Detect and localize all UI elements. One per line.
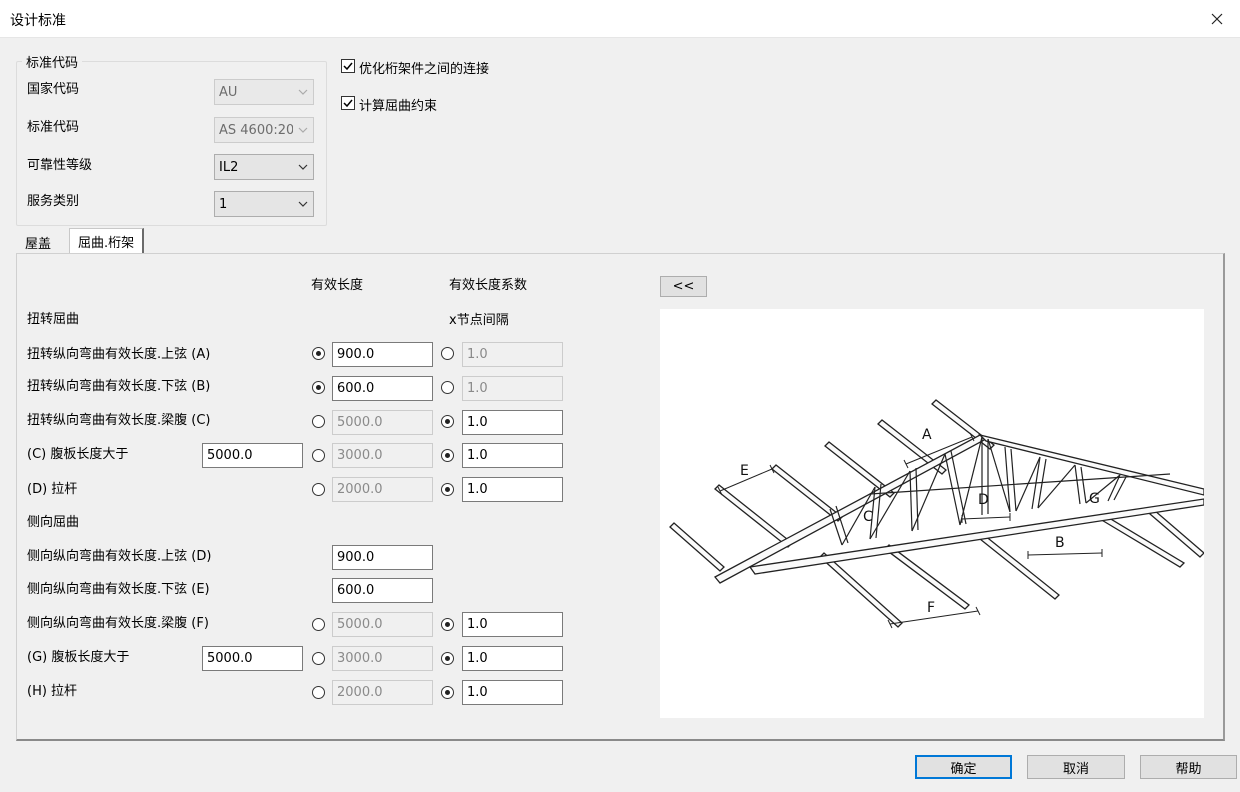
factor-input[interactable]: 1.0	[462, 646, 563, 671]
factor-radio[interactable]	[441, 381, 454, 394]
length-radio[interactable]	[312, 652, 325, 665]
factor-input[interactable]: 1.0	[462, 477, 563, 502]
effective-length-header: 有效长度	[311, 278, 364, 293]
optimize-connections-checkbox[interactable]	[341, 59, 355, 73]
length-input[interactable]: 3000.0	[332, 646, 433, 671]
country-code-select[interactable]: AU	[214, 79, 314, 105]
length-input[interactable]: 2000.0	[332, 680, 433, 705]
cancel-button[interactable]: 取消	[1027, 755, 1125, 779]
row-label: 侧向纵向弯曲有效长度.上弦 (D)	[27, 549, 212, 564]
length-radio[interactable]	[312, 618, 325, 631]
buckling-restraints-checkbox[interactable]	[341, 96, 355, 110]
service-class-label: 服务类别	[27, 194, 80, 209]
row-label: (H) 拉杆	[27, 684, 78, 699]
length-radio[interactable]	[312, 347, 325, 360]
label-c: C	[863, 509, 873, 525]
help-button[interactable]: 帮助	[1140, 755, 1237, 779]
standard-code-select[interactable]: AS 4600:20	[214, 117, 314, 143]
length-input[interactable]: 600.0	[332, 376, 433, 401]
row-label: 侧向纵向弯曲有效长度.下弦 (E)	[27, 582, 210, 597]
factor-radio[interactable]	[441, 347, 454, 360]
lateral-buckling-title: 侧向屈曲	[27, 515, 80, 530]
ok-button[interactable]: 确定	[915, 755, 1012, 779]
chevron-down-icon	[293, 155, 313, 179]
row-label: (G) 腹板长度大于	[27, 650, 130, 665]
title-bar: 设计标准	[0, 0, 1240, 38]
length-input[interactable]: 5000.0	[332, 410, 433, 435]
row-label: (C) 腹板长度大于	[27, 447, 129, 462]
factor-radio[interactable]	[441, 415, 454, 428]
effective-length-factor-header: 有效长度系数	[449, 278, 528, 293]
row-label: 扭转纵向弯曲有效长度.梁腹 (C)	[27, 413, 211, 428]
web-length-threshold-input[interactable]: 5000.0	[202, 443, 303, 468]
row-label: (D) 拉杆	[27, 482, 78, 497]
label-f: F	[927, 600, 935, 616]
factor-radio[interactable]	[441, 618, 454, 631]
length-radio[interactable]	[312, 415, 325, 428]
factor-input[interactable]: 1.0	[462, 342, 563, 367]
web-length-threshold-input[interactable]: 5000.0	[202, 646, 303, 671]
length-radio[interactable]	[312, 686, 325, 699]
length-radio[interactable]	[312, 381, 325, 394]
length-input[interactable]: 5000.0	[332, 612, 433, 637]
row-label: 扭转纵向弯曲有效长度.上弦 (A)	[27, 347, 211, 362]
chevron-down-icon	[293, 118, 313, 142]
length-input[interactable]: 900.0	[332, 342, 433, 367]
truss-diagram: A B C D E F G	[660, 309, 1205, 718]
factor-input[interactable]: 1.0	[462, 376, 563, 401]
factor-radio[interactable]	[441, 483, 454, 496]
factor-input[interactable]: 1.0	[462, 410, 563, 435]
factor-radio[interactable]	[441, 652, 454, 665]
chevron-down-icon	[293, 192, 313, 216]
label-e: E	[740, 463, 749, 479]
row-label: 侧向纵向弯曲有效长度.梁腹 (F)	[27, 616, 209, 631]
collapse-diagram-button[interactable]: <<	[660, 276, 707, 297]
factor-radio[interactable]	[441, 686, 454, 699]
label-b: B	[1055, 535, 1065, 551]
length-radio[interactable]	[312, 449, 325, 462]
optimize-connections-label: 优化桁架件之间的连接	[359, 62, 490, 77]
length-input[interactable]: 3000.0	[332, 443, 433, 468]
factor-input[interactable]: 1.0	[462, 443, 563, 468]
tab-buckling-truss[interactable]: 屈曲.桁架	[69, 228, 145, 254]
torsional-buckling-title: 扭转屈曲	[27, 312, 80, 327]
window-title: 设计标准	[10, 13, 66, 29]
standard-code-label: 标准代码	[27, 120, 80, 135]
row-label: 扭转纵向弯曲有效长度.下弦 (B)	[27, 379, 211, 394]
country-code-label: 国家代码	[27, 82, 80, 97]
length-input[interactable]: 600.0	[332, 578, 433, 603]
chevron-down-icon	[293, 80, 313, 104]
factor-input[interactable]: 1.0	[462, 612, 563, 637]
reliability-class-select[interactable]: IL2	[214, 154, 314, 180]
buckling-restraints-label: 计算屈曲约束	[359, 99, 438, 114]
standard-group-legend: 标准代码	[22, 52, 83, 71]
reliability-class-label: 可靠性等级	[27, 158, 93, 173]
length-input[interactable]: 2000.0	[332, 477, 433, 502]
check-icon	[343, 62, 353, 71]
label-d: D	[978, 492, 989, 508]
label-g: G	[1089, 491, 1100, 507]
factor-radio[interactable]	[441, 449, 454, 462]
service-class-select[interactable]: 1	[214, 191, 314, 217]
node-spacing-subheader: x节点间隔	[449, 313, 509, 328]
close-icon	[1211, 13, 1223, 25]
label-a: A	[922, 427, 932, 443]
tab-roof[interactable]: 屋盖	[17, 230, 59, 254]
truss-diagram-svg: A B C D E F G	[669, 399, 1205, 629]
check-icon	[343, 99, 353, 108]
length-input[interactable]: 900.0	[332, 545, 433, 570]
factor-input[interactable]: 1.0	[462, 680, 563, 705]
close-button[interactable]	[1194, 0, 1240, 38]
length-radio[interactable]	[312, 483, 325, 496]
